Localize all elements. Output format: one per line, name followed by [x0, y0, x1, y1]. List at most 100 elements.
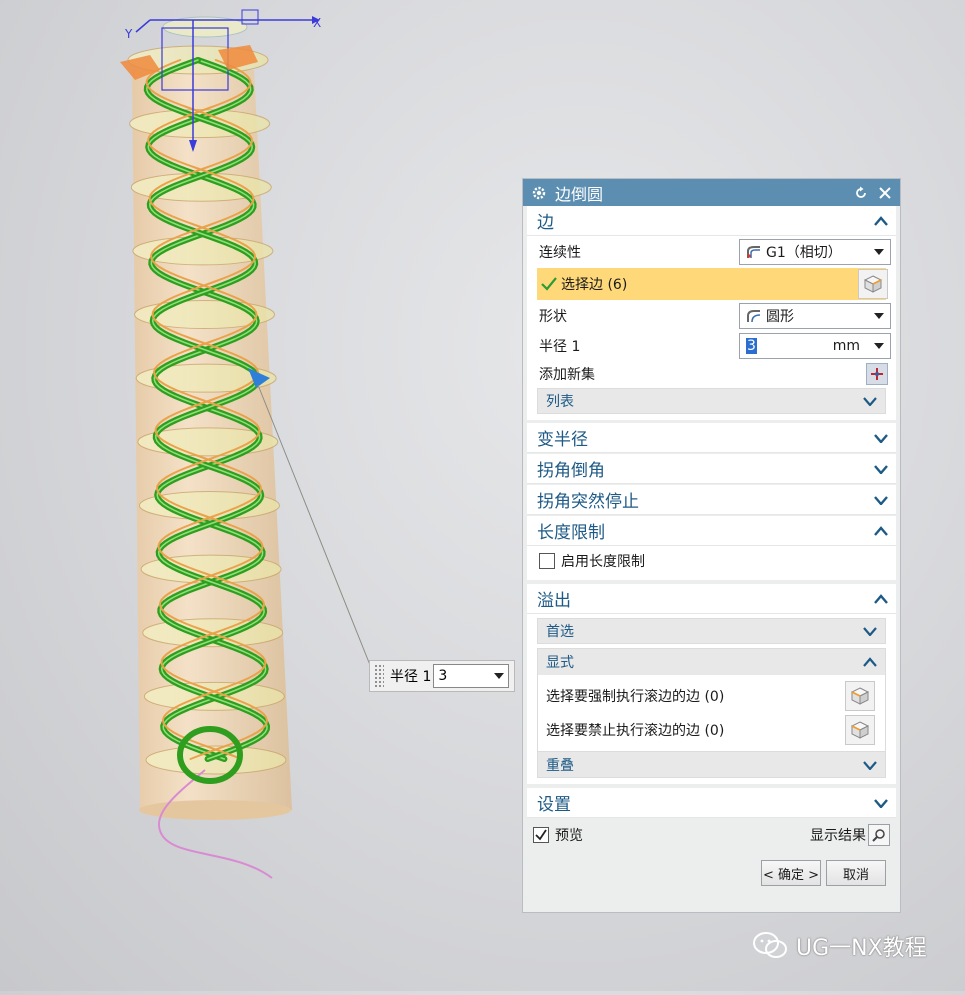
explicit-subsection-header[interactable]: 显式: [538, 649, 885, 675]
continuity-row: 连续性 G1（相切）: [527, 236, 896, 268]
floating-radius-input[interactable]: 半径 1 3: [369, 660, 515, 692]
chevron-down-icon: [863, 627, 877, 636]
cancel-button[interactable]: 取消: [826, 860, 886, 886]
section-settings: 设置: [527, 788, 896, 818]
section-length-limit: 长度限制 启用长度限制: [527, 516, 896, 580]
watermark-text: UG一NX教程: [796, 936, 927, 961]
list-subsection-header[interactable]: 列表: [537, 388, 886, 414]
shape-value: 圆形: [766, 309, 794, 325]
axis-y-label: Y: [124, 27, 133, 41]
radius-row: 半径 1 3 mm: [527, 332, 896, 360]
radius-input[interactable]: 3 mm: [739, 333, 891, 359]
cube-icon: [863, 275, 883, 293]
section-length-limit-header[interactable]: 长度限制: [527, 516, 896, 546]
dialog-buttons: < 确定 > 取消: [523, 852, 900, 892]
close-icon: [879, 186, 891, 199]
section-overflow-header[interactable]: 溢出: [527, 584, 896, 614]
add-new-set-row: 添加新集: [527, 360, 896, 388]
chevron-down-icon: [494, 673, 505, 679]
floating-radius-text: 3: [438, 668, 448, 684]
section-variable-radius-label: 变半径: [537, 430, 588, 450]
dialog-titlebar[interactable]: 边倒圆: [523, 179, 900, 206]
ok-button[interactable]: < 确定 >: [761, 860, 821, 886]
chevron-down-icon: [874, 313, 884, 319]
checkmark-icon: [541, 277, 557, 291]
section-edge: 边 连续性 G1（相切） 选择边 (6) 形状 圆形 半径 1 3 mm 添加新…: [527, 206, 896, 420]
add-set-icon: [871, 368, 883, 380]
section-stop-short-header[interactable]: 拐角突然停止: [527, 485, 896, 515]
reset-icon: [856, 186, 866, 198]
chevron-up-icon: [874, 215, 888, 226]
close-button[interactable]: [876, 184, 894, 202]
section-length-limit-label: 长度限制: [537, 523, 605, 543]
prohibit-roll-select-button[interactable]: [845, 715, 875, 745]
section-settings-label: 设置: [537, 795, 571, 815]
force-roll-select-button[interactable]: [845, 681, 875, 711]
section-corner-setback: 拐角倒角: [527, 454, 896, 484]
force-roll-row: 选择要强制执行滚边的边 (0): [538, 679, 885, 713]
enable-length-limit-label: 启用长度限制: [561, 554, 645, 570]
show-result-label: 显示结果: [810, 828, 866, 844]
radius-unit: mm: [832, 338, 860, 354]
drag-handle[interactable]: [374, 664, 384, 688]
continuity-value: G1（相切）: [766, 245, 842, 261]
chevron-down-icon: [874, 249, 884, 255]
gear-icon: [532, 186, 546, 199]
list-label: 列表: [546, 394, 574, 410]
prohibit-roll-label: 选择要禁止执行滚边的边 (0): [546, 723, 725, 739]
chevron-up-icon: [874, 525, 888, 536]
select-edge-label: 选择边 (6): [561, 277, 628, 293]
chevron-up-icon: [863, 657, 877, 667]
section-settings-header[interactable]: 设置: [527, 788, 896, 818]
checkmark-icon: [535, 829, 547, 841]
preferred-subsection-header[interactable]: 首选: [537, 618, 886, 644]
chevron-down-icon: [874, 343, 884, 349]
magnifier-icon: [872, 829, 885, 842]
force-roll-label: 选择要强制执行滚边的边 (0): [546, 689, 725, 705]
circular-shape-icon: [747, 310, 761, 323]
chevron-down-icon: [874, 464, 888, 474]
reset-button[interactable]: [852, 184, 870, 202]
show-result-button[interactable]: [868, 824, 890, 846]
prohibit-roll-row: 选择要禁止执行滚边的边 (0): [538, 713, 885, 747]
chevron-down-icon: [874, 433, 888, 443]
chevron-down-icon: [874, 798, 888, 808]
shape-select[interactable]: 圆形: [739, 303, 891, 329]
section-overflow-label: 溢出: [537, 591, 571, 611]
edge-blend-dialog: 边倒圆 边 连续性 G1（相切） 选择边 (6) 形状 圆形 半径 1 3 mm…: [522, 178, 901, 913]
section-stop-short: 拐角突然停止: [527, 485, 896, 515]
preview-checkbox[interactable]: [533, 827, 549, 843]
section-edge-label: 边: [537, 213, 554, 233]
enable-length-limit-checkbox[interactable]: [539, 553, 555, 569]
section-stop-short-label: 拐角突然停止: [537, 492, 639, 512]
radius-value: 3: [746, 338, 757, 354]
overlap-subsection-header[interactable]: 重叠: [538, 751, 885, 777]
continuity-select[interactable]: G1（相切）: [739, 239, 891, 265]
select-edge-button[interactable]: [858, 269, 888, 299]
section-overflow: 溢出 首选 显式 选择要强制执行滚边的边 (0) 选择要禁止执行滚边的边 (0)…: [527, 584, 896, 784]
overlap-label: 重叠: [546, 757, 574, 774]
explicit-subsection: 显式 选择要强制执行滚边的边 (0) 选择要禁止执行滚边的边 (0) 重叠: [537, 648, 886, 778]
chevron-down-icon: [874, 495, 888, 505]
chevron-down-icon: [863, 397, 877, 406]
add-new-set-button[interactable]: [866, 363, 888, 385]
enable-length-limit-row[interactable]: 启用长度限制: [527, 546, 896, 576]
preview-row: 预览 显示结果: [523, 818, 900, 852]
cube-icon: [850, 687, 870, 705]
floating-radius-value[interactable]: 3: [433, 664, 510, 688]
cube-icon: [850, 721, 870, 739]
watermark: UG一NX教程: [752, 930, 927, 962]
shape-row: 形状 圆形: [527, 300, 896, 332]
select-edge-row[interactable]: 选择边 (6): [537, 268, 888, 300]
section-variable-radius-header[interactable]: 变半径: [527, 423, 896, 453]
preferred-label: 首选: [546, 624, 574, 640]
axis-x-label: X: [313, 16, 321, 30]
preview-label: 预览: [555, 828, 583, 844]
wechat-logo-icon: [753, 932, 787, 958]
add-new-set-label: 添加新集: [539, 367, 595, 383]
explicit-label: 显式: [546, 655, 574, 671]
chevron-down-icon: [863, 760, 877, 770]
floating-radius-label: 半径 1: [390, 669, 432, 685]
section-edge-header[interactable]: 边: [527, 206, 896, 236]
section-corner-setback-header[interactable]: 拐角倒角: [527, 454, 896, 484]
